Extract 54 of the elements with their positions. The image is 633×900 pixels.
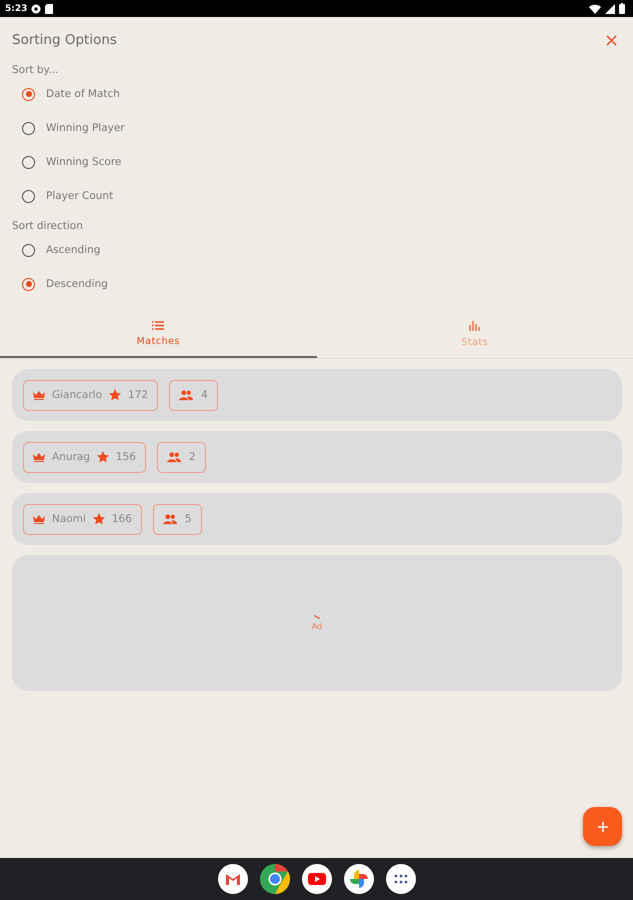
ad-label: Ad	[312, 622, 322, 631]
people-icon	[179, 390, 194, 400]
radio-button[interactable]	[22, 156, 35, 168]
battery-icon	[619, 3, 625, 14]
winner-name: Naomi	[52, 513, 86, 525]
match-card[interactable]: Giancarlo 172 4	[12, 369, 622, 421]
player-count: 2	[188, 451, 196, 463]
score: 166	[112, 513, 132, 525]
radio-button[interactable]	[22, 88, 35, 100]
radio-button[interactable]	[22, 122, 35, 134]
people-icon	[166, 452, 182, 462]
pinwheel-icon[interactable]	[344, 864, 374, 894]
radio-button[interactable]	[22, 278, 35, 290]
add-button[interactable]	[583, 807, 622, 846]
option-label[interactable]: Date of Match	[46, 88, 120, 100]
star-icon	[96, 451, 109, 463]
people-icon	[162, 514, 178, 524]
score: 156	[116, 451, 136, 463]
crown-icon	[33, 514, 45, 524]
radio-button[interactable]	[22, 190, 35, 202]
wifi-icon	[589, 4, 601, 14]
option-label[interactable]: Winning Score	[46, 156, 122, 168]
player-count: 5	[184, 513, 192, 525]
section-label: Sort by...	[12, 63, 60, 77]
winner-name: Giancarlo	[52, 389, 102, 401]
list-icon	[152, 321, 164, 330]
score: 172	[128, 389, 148, 401]
section-label: Sort direction	[12, 219, 84, 233]
crown-icon	[33, 452, 45, 462]
option-label[interactable]: Player Count	[46, 190, 114, 202]
signal-icon	[605, 4, 615, 14]
mail-icon[interactable]	[218, 864, 248, 894]
ad-banner[interactable]: Ad	[12, 555, 622, 691]
star-icon	[92, 513, 105, 525]
app-grid-icon[interactable]	[386, 864, 416, 894]
option-label[interactable]: Ascending	[46, 244, 100, 256]
match-card[interactable]: Anurag 156 2	[12, 431, 622, 483]
match-card[interactable]: Naomi 166 5	[12, 493, 622, 545]
close-icon	[606, 34, 617, 46]
winner-name: Anurag	[52, 451, 90, 463]
option-label[interactable]: Descending	[46, 278, 108, 290]
option-label[interactable]: Winning Player	[46, 122, 125, 134]
browser-icon[interactable]	[260, 864, 290, 894]
play-icon[interactable]	[302, 864, 332, 894]
player-count: 4	[201, 389, 208, 401]
tab[interactable]: Matches	[0, 311, 316, 358]
star-icon	[109, 389, 122, 401]
clock-time: 5:23	[5, 4, 28, 14]
sheet-title: Sorting Options	[12, 32, 117, 48]
crown-icon	[33, 390, 45, 400]
bar-chart-icon	[469, 321, 480, 331]
sd-card-icon	[45, 4, 54, 14]
plus-icon	[598, 822, 608, 832]
radio-button[interactable]	[22, 244, 35, 256]
